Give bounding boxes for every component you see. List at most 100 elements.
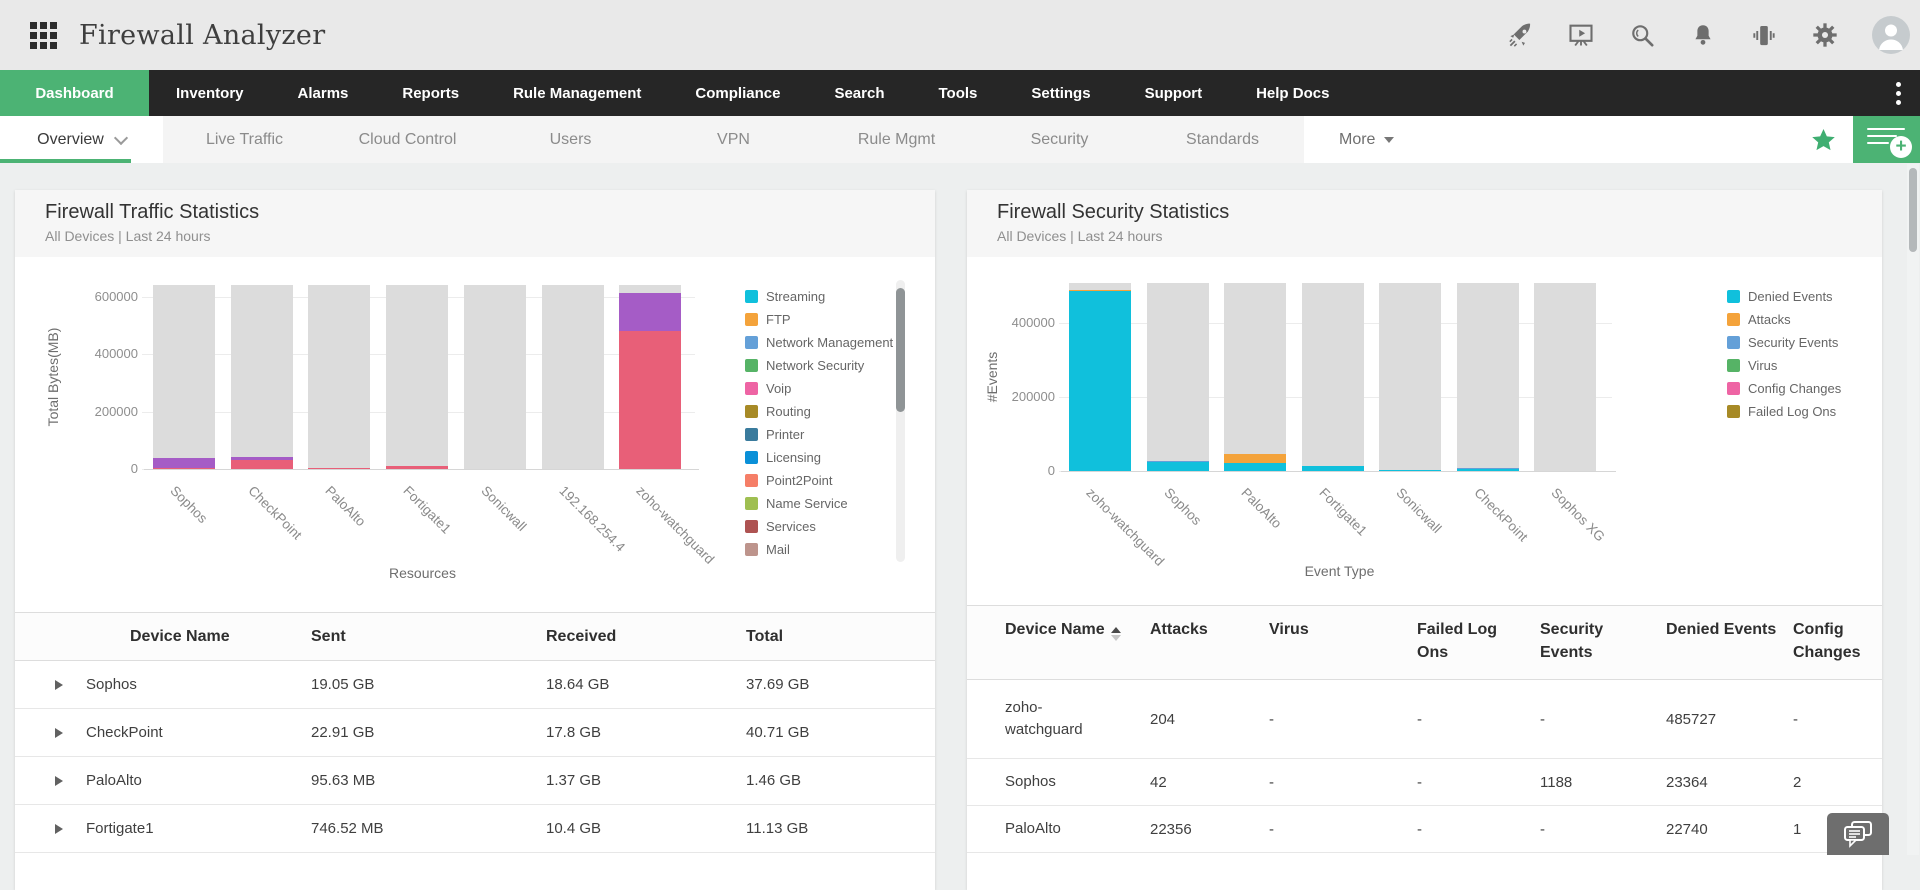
subnav: OverviewLive TrafficCloud ControlUsers VP… <box>0 116 1920 164</box>
x-axis-title: Event Type <box>1067 563 1612 579</box>
cell-virus: - <box>1269 821 1417 838</box>
table-row-paloalto[interactable]: PaloAlto22356---227401 <box>967 806 1882 853</box>
subnav-tab-live-traffic[interactable]: Live Traffic <box>163 116 326 163</box>
column-header-sent[interactable]: Sent <box>311 628 546 646</box>
legend-item-virus[interactable]: Virus <box>1727 354 1841 377</box>
legend-item-config-changes[interactable]: Config Changes <box>1727 377 1841 400</box>
nav-item-reports[interactable]: Reports <box>375 70 486 116</box>
bar-segment-checkpoint-unlabeled-pink-segment[interactable] <box>231 460 293 470</box>
subnav-tab-overview[interactable]: Overview <box>0 116 163 163</box>
cell-failed-log-ons: - <box>1417 774 1540 791</box>
x-axis-line <box>144 469 699 470</box>
bar-segment-sophos-security-events[interactable] <box>1147 461 1209 462</box>
legend-item-ftp[interactable]: FTP <box>745 308 893 331</box>
bar-segment-zoho-watchguard-unlabeled-purple-segment[interactable] <box>619 293 681 331</box>
legend-item-point2point[interactable]: Point2Point <box>745 469 893 492</box>
kebab-menu-icon[interactable] <box>1876 70 1920 116</box>
legend-swatch <box>745 451 758 464</box>
settings-gear-icon[interactable] <box>1811 21 1839 49</box>
bar-segment-checkpoint-security-events[interactable] <box>1457 468 1519 469</box>
legend-item-name-service[interactable]: Name Service <box>745 492 893 515</box>
page-scrollbar-thumb[interactable] <box>1909 168 1917 252</box>
column-header-device-name[interactable]: Device Name <box>1005 618 1150 641</box>
legend-item-printer[interactable]: Printer <box>745 423 893 446</box>
nav-item-search[interactable]: Search <box>807 70 911 116</box>
legend-item-mail[interactable]: Mail <box>745 538 893 561</box>
bar-segment-zoho-watchguard-denied-events[interactable] <box>1069 291 1131 471</box>
search-icon[interactable] <box>1628 21 1656 49</box>
nav-item-alarms[interactable]: Alarms <box>271 70 376 116</box>
nav-item-support[interactable]: Support <box>1118 70 1230 116</box>
bar-segment-zoho-watchguard-unlabeled-pink-segment[interactable] <box>619 331 681 469</box>
demo-player-icon[interactable] <box>1567 21 1595 49</box>
nav-item-rule-management[interactable]: Rule Management <box>486 70 668 116</box>
apps-grid-icon[interactable] <box>30 22 57 49</box>
expand-row-icon[interactable] <box>55 776 63 786</box>
user-avatar[interactable] <box>1872 16 1910 54</box>
subnav-tab-rule-mgmt[interactable]: Rule Mgmt <box>815 116 978 163</box>
legend-item-licensing[interactable]: Licensing <box>745 446 893 469</box>
legend-scrollbar[interactable] <box>896 280 905 562</box>
bar-segment-sophos-denied-events[interactable] <box>1147 462 1209 471</box>
bar-segment-paloalto-attacks[interactable] <box>1224 454 1286 462</box>
cell-failed-log-ons: - <box>1417 821 1540 838</box>
nav-item-settings[interactable]: Settings <box>1004 70 1117 116</box>
subnav-tab-users[interactable]: Users <box>489 116 652 163</box>
column-header-total[interactable]: Total <box>746 628 935 646</box>
subnav-tab-label: VPN <box>717 131 750 149</box>
bar-segment-paloalto-denied-events[interactable] <box>1224 463 1286 471</box>
expand-row-icon[interactable] <box>55 728 63 738</box>
table-row-sophos[interactable]: Sophos42--1188233642 <box>967 759 1882 806</box>
table-row-zoho-watchguard[interactable]: zoho-watchguard204---485727- <box>967 680 1882 759</box>
bar-segment-checkpoint-unlabeled-purple-segment[interactable] <box>231 457 293 460</box>
legend-item-network-security[interactable]: Network Security <box>745 354 893 377</box>
topbar: Firewall Analyzer <box>0 0 1920 70</box>
column-header-security-events[interactable]: Security Events <box>1540 618 1666 664</box>
column-header-virus[interactable]: Virus <box>1269 618 1417 641</box>
subnav-tab-vpn[interactable]: VPN <box>652 116 815 163</box>
subnav-tab-standards[interactable]: Standards <box>1141 116 1304 163</box>
add-widget-button[interactable]: + <box>1853 116 1920 163</box>
notifications-icon[interactable] <box>1689 21 1717 49</box>
column-header-received[interactable]: Received <box>546 628 746 646</box>
legend-item-denied-events[interactable]: Denied Events <box>1727 285 1841 308</box>
sort-icon[interactable] <box>1111 627 1121 641</box>
legend-item-security-events[interactable]: Security Events <box>1727 331 1841 354</box>
rocket-icon[interactable] <box>1506 21 1534 49</box>
table-row-paloalto[interactable]: PaloAlto95.63 MB1.37 GB1.46 GB <box>15 757 935 805</box>
column-header-device-name[interactable]: Device Name <box>15 628 311 646</box>
nav-item-help-docs[interactable]: Help Docs <box>1229 70 1356 116</box>
favorite-star-icon[interactable] <box>1810 127 1837 153</box>
nav-item-tools[interactable]: Tools <box>912 70 1005 116</box>
nav-item-dashboard[interactable]: Dashboard <box>0 70 149 116</box>
table-row-checkpoint[interactable]: CheckPoint22.91 GB17.8 GB40.71 GB <box>15 709 935 757</box>
legend-item-network-management[interactable]: Network Management <box>745 331 893 354</box>
column-header-failed-log-ons[interactable]: Failed Log Ons <box>1417 618 1540 664</box>
column-header-config-changes[interactable]: Config Changes <box>1793 618 1882 664</box>
subnav-more[interactable]: More <box>1339 116 1394 163</box>
column-header-denied-events[interactable]: Denied Events <box>1666 618 1793 641</box>
bar-segment-sophos-unlabeled-purple-segment[interactable] <box>153 458 215 468</box>
table-row-fortigate1[interactable]: Fortigate1746.52 MB10.4 GB11.13 GB <box>15 805 935 853</box>
legend-item-services[interactable]: Services <box>745 515 893 538</box>
table-row-sophos[interactable]: Sophos19.05 GB18.64 GB37.69 GB <box>15 661 935 709</box>
nav-item-inventory[interactable]: Inventory <box>149 70 271 116</box>
mobile-vibrate-icon[interactable] <box>1750 21 1778 49</box>
expand-row-icon[interactable] <box>55 824 63 834</box>
subnav-tab-security[interactable]: Security <box>978 116 1141 163</box>
subnav-tab-cloud-control[interactable]: Cloud Control <box>326 116 489 163</box>
legend-item-attacks[interactable]: Attacks <box>1727 308 1841 331</box>
legend-item-failed-log-ons[interactable]: Failed Log Ons <box>1727 400 1841 423</box>
cell-received: 17.8 GB <box>546 724 746 741</box>
legend-item-routing[interactable]: Routing <box>745 400 893 423</box>
x-tick-label: Sonicwall <box>1393 485 1444 536</box>
page-scrollbar[interactable] <box>1907 164 1919 855</box>
expand-row-icon[interactable] <box>55 680 63 690</box>
nav-item-compliance[interactable]: Compliance <box>668 70 807 116</box>
bar-segment-zoho-watchguard-attacks[interactable] <box>1069 290 1131 291</box>
support-chat-button[interactable] <box>1827 813 1889 855</box>
legend-item-voip[interactable]: Voip <box>745 377 893 400</box>
legend-scrollbar-thumb[interactable] <box>896 288 905 412</box>
column-header-attacks[interactable]: Attacks <box>1150 618 1269 641</box>
legend-item-streaming[interactable]: Streaming <box>745 285 893 308</box>
